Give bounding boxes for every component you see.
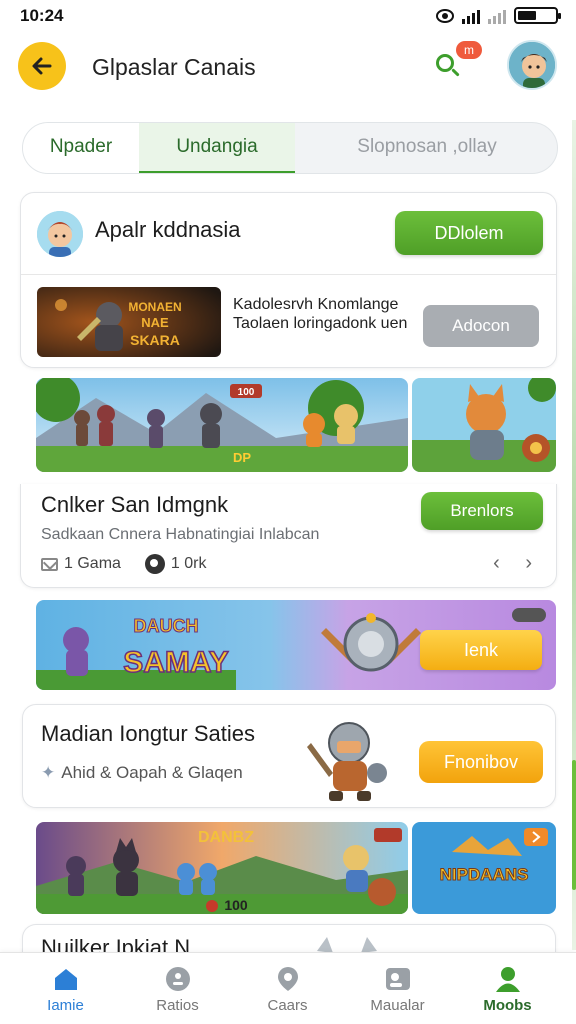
fox-warrior-art <box>412 378 556 472</box>
scrollbar-thumb[interactable] <box>572 760 576 890</box>
developer-name: Apalr kddnasia <box>95 217 241 242</box>
game-list-card: Cnlker San Idmgnk Sadkaan Cnnera Habnati… <box>20 484 557 588</box>
ratings-icon <box>166 967 190 991</box>
svg-text:100: 100 <box>224 897 248 913</box>
game-series-card: Madian Iongtur Saties ✦ Ahid & Oapah & Gl… <box>22 704 556 808</box>
svg-text:SAMAY: SAMAY <box>123 646 229 679</box>
nav-cars[interactable]: Caars <box>230 953 345 1024</box>
svg-text:NIPDAANS: NIPDAANS <box>440 865 529 884</box>
app-header: Glpaslar Canais m <box>0 32 576 106</box>
mail-icon <box>41 557 58 571</box>
developer-avatar <box>37 211 83 257</box>
promo-banner[interactable]: DAUCH SAMAY Ienk <box>36 600 556 690</box>
follow-button[interactable]: Fnonibov <box>419 741 543 783</box>
knight-character-art <box>303 713 395 803</box>
nav-ratios-label: Ratios <box>156 997 199 1014</box>
knight-icon <box>307 722 387 801</box>
user-icon <box>496 967 520 992</box>
series-title: Madian Iongtur Saties <box>41 721 256 746</box>
back-button[interactable] <box>18 42 66 90</box>
wifi-icon <box>488 8 506 24</box>
status-icons <box>436 7 561 24</box>
banner-landscape-art: 100 DP <box>36 378 408 472</box>
nav-home[interactable]: Iamie <box>8 953 123 1024</box>
card-header-row: Apalr kddnasia DDlolem <box>21 193 556 275</box>
svg-text:DANBZ: DANBZ <box>198 829 254 846</box>
svg-text:MONAEN: MONAEN <box>128 300 181 314</box>
nav-manager[interactable]: Maualar <box>340 953 455 1024</box>
nav-moobs-label: Moobs <box>483 997 532 1014</box>
browse-button[interactable]: Brenlors <box>421 492 543 530</box>
add-button[interactable]: Adocon <box>423 305 539 347</box>
signal-icon <box>462 8 480 24</box>
notification-badge[interactable]: m <box>456 41 482 59</box>
game-title: Cnlker San Idmgnk <box>41 492 229 517</box>
player-count: 1 0rk <box>170 555 207 572</box>
nav-manager-label: Maualar <box>370 997 425 1014</box>
game-banner-side[interactable] <box>412 378 556 472</box>
home-icon <box>55 969 77 990</box>
series-subtitle: ✦ Ahid & Oapah & Glaqen <box>41 763 243 782</box>
promo-button[interactable]: Ienk <box>420 630 542 670</box>
tab-slopnosan[interactable]: Slopnosan ,ollay <box>295 123 557 173</box>
character-avatar-icon <box>37 211 83 257</box>
carousel-nav[interactable]: ‹ › <box>493 552 542 575</box>
game-logo-art: NIPDAANS <box>412 822 556 914</box>
tab-npader[interactable]: Npader <box>23 123 139 173</box>
banner-indicator <box>512 608 546 622</box>
profile-card-icon <box>386 968 410 990</box>
game-banner-hero[interactable]: 100 DP <box>36 378 408 472</box>
svg-text:100: 100 <box>238 387 255 398</box>
game-thumbnail-art: MONAEN NAE SKARA <box>37 287 221 357</box>
eye-icon <box>436 8 454 23</box>
game-subtitle: Sadkaan Cnnera Habnatingiai Inlabcan <box>41 526 320 543</box>
status-bar: 10:24 <box>0 0 576 32</box>
nav-ratios[interactable]: Ratios <box>120 953 235 1024</box>
community-icon <box>144 554 165 574</box>
bottom-navigation: Iamie Ratios Caars Maualar Moobs <box>0 952 576 1024</box>
game-banner-logo[interactable]: NIPDAANS <box>412 822 556 914</box>
game-banner-adventure[interactable]: DANBZ 100 <box>36 822 408 914</box>
game-thumbnail[interactable]: MONAEN NAE SKARA <box>37 287 221 357</box>
svg-text:DP: DP <box>233 450 251 465</box>
svg-text:NAE: NAE <box>141 315 169 330</box>
map-pin-icon <box>278 967 298 991</box>
user-avatar-icon <box>509 42 555 88</box>
page-title: Glpaslar Canais <box>92 54 256 80</box>
nav-home-label: Iamie <box>47 997 84 1014</box>
bird-icon: ✦ <box>41 763 56 782</box>
game-meta: 1 Gama 1 0rk <box>41 554 207 574</box>
battery-icon <box>514 7 561 24</box>
tab-bar: Npader Undangia Slopnosan ,ollay <box>22 122 558 174</box>
svg-text:SKARA: SKARA <box>130 332 180 348</box>
games-count: 1 Gama <box>64 555 121 572</box>
game-description: Kadolesrvh Knomlange Taolaen loringadonk… <box>233 296 408 332</box>
avatar[interactable] <box>507 40 557 90</box>
download-button[interactable]: DDlolem <box>395 211 543 255</box>
svg-text:DAUCH: DAUCH <box>134 616 199 636</box>
nav-cars-label: Caars <box>267 997 308 1014</box>
featured-game-card: Apalr kddnasia DDlolem MONAEN NAE SKARA … <box>20 192 557 368</box>
arrow-left-icon <box>32 57 52 75</box>
tab-undangia[interactable]: Undangia <box>139 123 295 173</box>
adventure-landscape-art: DANBZ 100 <box>36 822 408 914</box>
clock: 10:24 <box>20 6 64 25</box>
nav-moobs[interactable]: Moobs <box>450 953 565 1024</box>
